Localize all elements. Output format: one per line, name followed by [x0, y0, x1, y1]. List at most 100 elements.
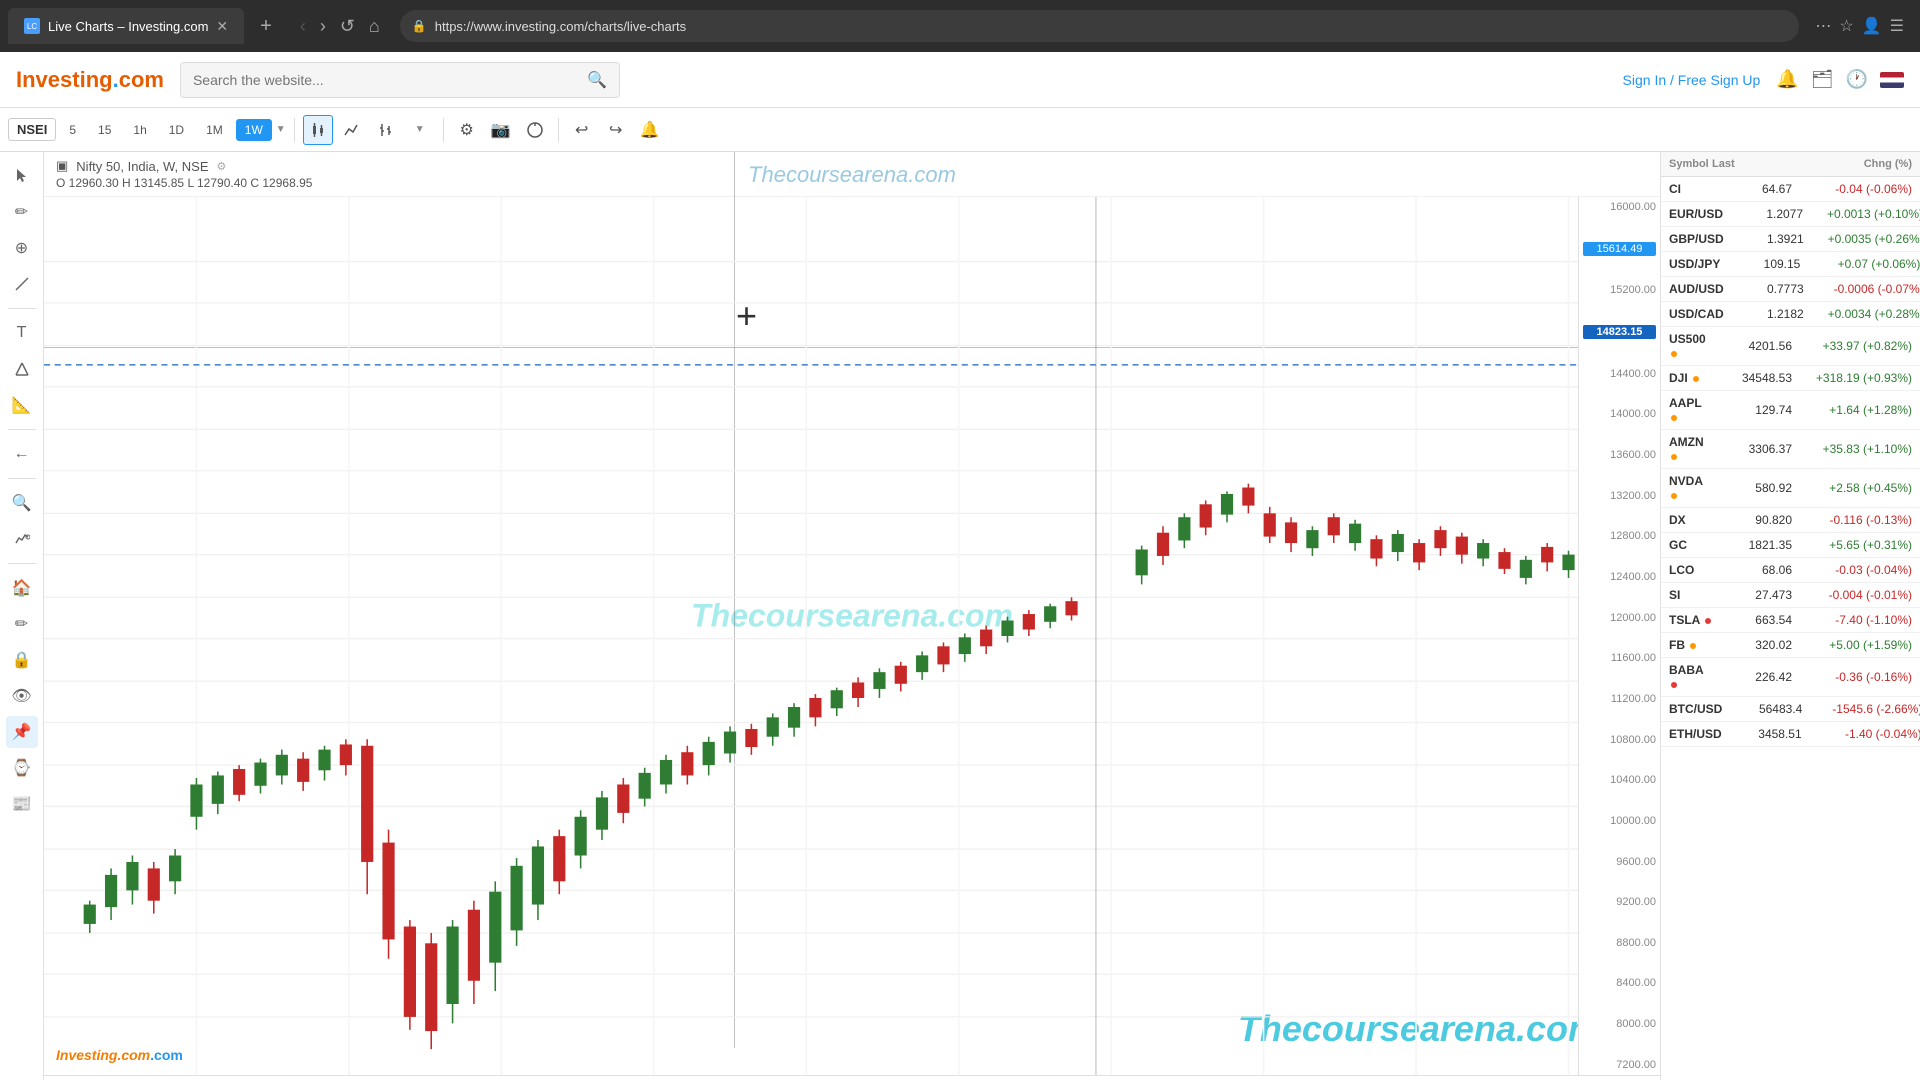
time-btn-15[interactable]: 15: [89, 119, 120, 141]
back-btn[interactable]: ←: [6, 438, 38, 470]
logo-com: com: [119, 67, 164, 93]
price-12400: 12400.00: [1583, 571, 1656, 583]
portfolio-icon[interactable]: 🗂: [1811, 69, 1834, 90]
line-chart-btn[interactable]: [337, 115, 367, 145]
cursor-tool[interactable]: [6, 160, 38, 192]
new-tab-button[interactable]: +: [252, 11, 280, 42]
aapl-dot: [1671, 415, 1677, 421]
eye-btn[interactable]: 👁: [6, 680, 38, 712]
ticker-row-fb[interactable]: FB 320.02 +5.00 (+1.59%): [1661, 633, 1920, 658]
lock-chart-btn[interactable]: 🔒: [6, 644, 38, 676]
redo-btn[interactable]: ↪: [601, 115, 631, 145]
logo[interactable]: Investing . com: [16, 67, 164, 93]
crosshair-tool[interactable]: ⊕: [6, 232, 38, 264]
price-16000: 16000.00: [1583, 201, 1656, 213]
news-btn[interactable]: 📰: [6, 788, 38, 820]
ticker-row-aapl[interactable]: AAPL 129.74 +1.64 (+1.28%): [1661, 391, 1920, 430]
ticker-row-ethusd[interactable]: ETH/USD 3458.51 -1.40 (-0.04%): [1661, 722, 1920, 747]
line-tool[interactable]: [6, 268, 38, 300]
time-btn-1d[interactable]: 1D: [160, 119, 193, 141]
chart-settings-icon[interactable]: ⚙: [217, 160, 227, 173]
back-button[interactable]: ‹: [296, 12, 310, 41]
screenshot-btn[interactable]: 📷: [486, 115, 516, 145]
price-9600: 9600.00: [1583, 856, 1656, 868]
language-flag[interactable]: [1880, 72, 1904, 88]
home-button[interactable]: ⌂: [365, 12, 384, 41]
ticker-row-baba[interactable]: BABA 226.42 -0.36 (-0.16%): [1661, 658, 1920, 697]
menu-icon[interactable]: ☰: [1890, 16, 1904, 36]
symbol-badge[interactable]: NSEI: [8, 118, 56, 141]
settings-btn[interactable]: ⚙: [452, 115, 482, 145]
zoom-tool[interactable]: 🔍: [6, 487, 38, 519]
price-8000: 8000.00: [1583, 1018, 1656, 1030]
ticker-row-btcusd[interactable]: BTC/USD 56483.4 -1545.6 (-2.66%): [1661, 697, 1920, 722]
tsla-dot: [1705, 618, 1711, 624]
chart-logo-text: Investing.com.com: [56, 1047, 183, 1063]
undo-btn[interactable]: ↩: [567, 115, 597, 145]
price-11200: 11200.00: [1583, 693, 1656, 705]
address-bar-container[interactable]: 🔒: [400, 10, 1800, 42]
left-sidebar-separator-1: [8, 308, 36, 309]
chart-type-dropdown-btn[interactable]: ▼: [405, 115, 435, 145]
ticker-row-dji[interactable]: DJI 34548.53 +318.19 (+0.93%): [1661, 366, 1920, 391]
search-input[interactable]: [193, 72, 587, 88]
forward-button[interactable]: ›: [316, 12, 330, 41]
time-btn-5[interactable]: 5: [60, 119, 85, 141]
pin-btn[interactable]: 📌: [6, 716, 38, 748]
notifications-icon[interactable]: 🔔: [1776, 69, 1798, 90]
chart-canvas[interactable]: Investing.com.com 16000.00 15614.49 1520…: [44, 197, 1660, 1075]
browser-nav: ‹ › ↺ ⌂: [288, 12, 392, 41]
ticker-row-dx[interactable]: DX 90.820 -0.116 (-0.13%): [1661, 508, 1920, 533]
pen-tool[interactable]: ✏: [6, 196, 38, 228]
tab-close-button[interactable]: ✕: [216, 18, 228, 35]
ticker-row-audusd[interactable]: AUD/USD 0.7773 -0.0006 (-0.07%): [1661, 277, 1920, 302]
search-bar[interactable]: 🔍: [180, 62, 620, 98]
browser-chrome: LC Live Charts – Investing.com ✕ + ‹ › ↺…: [0, 0, 1920, 52]
extensions-icon[interactable]: ⋯: [1815, 16, 1831, 36]
ticker-panel: Symbol Last Chng (%) CI 64.67 -0.04 (-0.…: [1660, 152, 1920, 1080]
refresh-button[interactable]: ↺: [336, 12, 359, 41]
price-12800: 12800.00: [1583, 530, 1656, 542]
clock-icon[interactable]: 🕐: [1846, 69, 1868, 90]
browser-tab[interactable]: LC Live Charts – Investing.com ✕: [8, 8, 244, 44]
alert-btn[interactable]: 🔔: [635, 115, 665, 145]
ticker-row-usdcad[interactable]: USD/CAD 1.2182 +0.0034 (+0.28%): [1661, 302, 1920, 327]
time-btn-1m[interactable]: 1M: [197, 119, 232, 141]
ticker-row-tsla[interactable]: TSLA 663.54 -7.40 (-1.10%): [1661, 608, 1920, 633]
nvda-dot: [1671, 493, 1677, 499]
ticker-row-gbpusd[interactable]: GBP/USD 1.3921 +0.0035 (+0.26%): [1661, 227, 1920, 252]
indicators-btn[interactable]: [520, 115, 550, 145]
toolbar-separator-1: [294, 118, 295, 142]
bookmark-icon[interactable]: ☆: [1839, 16, 1853, 36]
user-icon[interactable]: 👤: [1862, 16, 1882, 36]
tab-title: Live Charts – Investing.com: [48, 19, 208, 34]
watch-btn[interactable]: ⌚: [6, 752, 38, 784]
draw-left-btn[interactable]: ✏: [6, 608, 38, 640]
time-btn-1h[interactable]: 1h: [124, 119, 155, 141]
ticker-row-nvda[interactable]: NVDA 580.92 +2.58 (+0.45%): [1661, 469, 1920, 508]
ticker-row-usdjpy[interactable]: USD/JPY 109.15 +0.07 (+0.06%): [1661, 252, 1920, 277]
ticker-row-lco[interactable]: LCO 68.06 -0.03 (-0.04%): [1661, 558, 1920, 583]
text-tool[interactable]: T: [6, 317, 38, 349]
measure-tool[interactable]: 📐: [6, 389, 38, 421]
ticker-row-ci[interactable]: CI 64.67 -0.04 (-0.06%): [1661, 177, 1920, 202]
sign-in-button[interactable]: Sign In / Free Sign Up: [1623, 72, 1761, 88]
ticker-row-eurusd[interactable]: EUR/USD 1.2077 +0.0013 (+0.10%): [1661, 202, 1920, 227]
ticker-row-amzn[interactable]: AMZN 3306.37 +35.83 (+1.10%): [1661, 430, 1920, 469]
ticker-row-us500[interactable]: US500 4201.56 +33.97 (+0.82%): [1661, 327, 1920, 366]
indicators-left-btn[interactable]: [6, 523, 38, 555]
shapes-tool[interactable]: [6, 353, 38, 385]
left-sidebar-separator-4: [8, 563, 36, 564]
address-bar-input[interactable]: [435, 19, 1788, 34]
dji-dot: [1693, 376, 1699, 382]
timeframe-dropdown-arrow[interactable]: ▼: [276, 124, 286, 135]
ticker-row-gc[interactable]: GC 1821.35 +5.65 (+0.31%): [1661, 533, 1920, 558]
ticker-row-si[interactable]: SI 27.473 -0.004 (-0.01%): [1661, 583, 1920, 608]
bar-chart-btn[interactable]: [371, 115, 401, 145]
price-14400: 14400.00: [1583, 368, 1656, 380]
candlestick-chart-btn[interactable]: [303, 115, 333, 145]
home-chart-btn[interactable]: 🏠: [6, 572, 38, 604]
price-11600: 11600.00: [1583, 652, 1656, 664]
search-icon: 🔍: [587, 70, 607, 90]
time-btn-1w[interactable]: 1W: [236, 119, 272, 141]
